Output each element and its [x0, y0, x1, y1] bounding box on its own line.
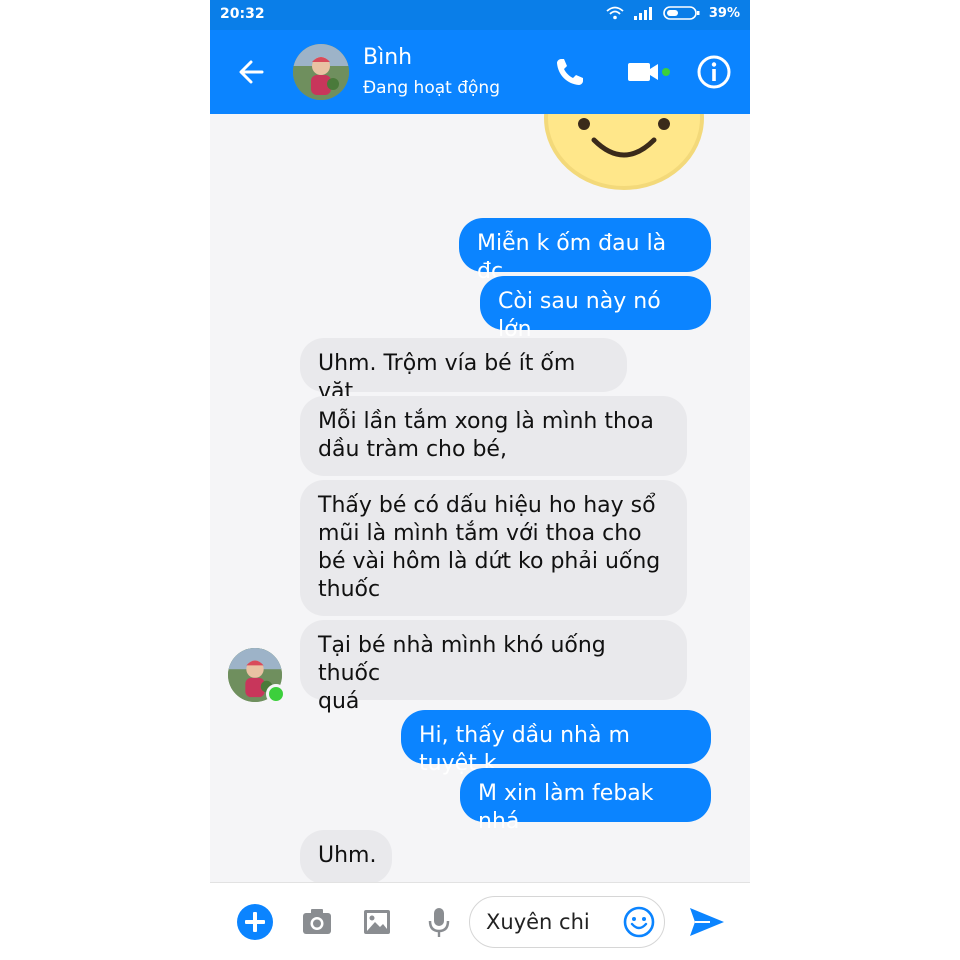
plus-icon[interactable] [236, 903, 274, 941]
message-composer: Xuyên chi [210, 882, 750, 960]
message-text: Còi sau này nó lớn [498, 289, 661, 342]
microphone-icon[interactable] [420, 903, 458, 941]
online-indicator [266, 684, 286, 704]
conversation-header: Bình Đang hoạt động [210, 30, 750, 114]
contact-avatar[interactable] [293, 44, 349, 100]
wifi-icon [606, 6, 624, 20]
message-line: Tại bé nhà mình khó uống thuốc [318, 633, 606, 686]
incoming-message[interactable]: Uhm. [300, 830, 392, 882]
incoming-message[interactable]: Mỗi lần tắm xong là mình thoa dầu tràm c… [300, 396, 687, 476]
messenger-screen: 20:32 39% Bình Đang hoạt động Miễn k ốm … [210, 0, 750, 960]
message-input[interactable]: Xuyên chi [469, 896, 665, 948]
avatar-photo [293, 44, 349, 100]
message-text: M xin làm febak nhá [478, 781, 654, 834]
message-line: Mỗi lần tắm xong là mình thoa [318, 409, 654, 434]
message-input-value: Xuyên chi [486, 910, 590, 934]
back-arrow-icon[interactable] [234, 54, 270, 90]
status-indicators: 39% [605, 5, 740, 21]
outgoing-message[interactable]: Miễn k ốm đau là đc [459, 218, 711, 284]
message-line: bé vài hôm là dứt ko phải uống [318, 549, 661, 574]
message-list[interactable]: Miễn k ốm đau là đc Còi sau này nó lớn U… [210, 114, 750, 882]
camera-icon[interactable] [298, 903, 336, 941]
message-line: dầu tràm cho bé, [318, 437, 507, 462]
incoming-message[interactable]: Thấy bé có dấu hiệu ho hay sổ mũi là mìn… [300, 480, 687, 616]
contact-status: Đang hoạt động [363, 78, 500, 98]
info-icon[interactable] [694, 52, 734, 92]
battery-icon [663, 6, 700, 20]
image-icon[interactable] [358, 903, 396, 941]
emoji-icon[interactable] [622, 905, 656, 939]
incoming-message[interactable]: Uhm. Trộm vía bé ít ốm vặt [300, 338, 627, 404]
phone-icon[interactable] [550, 52, 590, 92]
contact-name: Bình [363, 45, 413, 70]
outgoing-message[interactable]: Còi sau này nó lớn [480, 276, 711, 342]
message-line: mũi là mình tắm với thoa cho [318, 521, 642, 546]
outgoing-message[interactable]: M xin làm febak nhá [460, 768, 711, 834]
video-camera-icon[interactable] [624, 52, 672, 92]
incoming-message[interactable]: Tại bé nhà mình khó uống thuốc quá [300, 620, 687, 714]
smiley-sticker [544, 114, 704, 190]
battery-percent: 39% [708, 5, 740, 21]
message-text: Uhm. [318, 843, 377, 868]
message-line: Thấy bé có dấu hiệu ho hay sổ [318, 493, 656, 518]
outgoing-message[interactable]: Hi, thấy dầu nhà m tuyệt k [401, 710, 711, 776]
signal-icon [633, 7, 652, 20]
send-icon[interactable] [686, 903, 728, 941]
status-time: 20:32 [220, 6, 265, 22]
message-line: thuốc [318, 577, 381, 602]
status-bar: 20:32 39% [210, 0, 750, 30]
